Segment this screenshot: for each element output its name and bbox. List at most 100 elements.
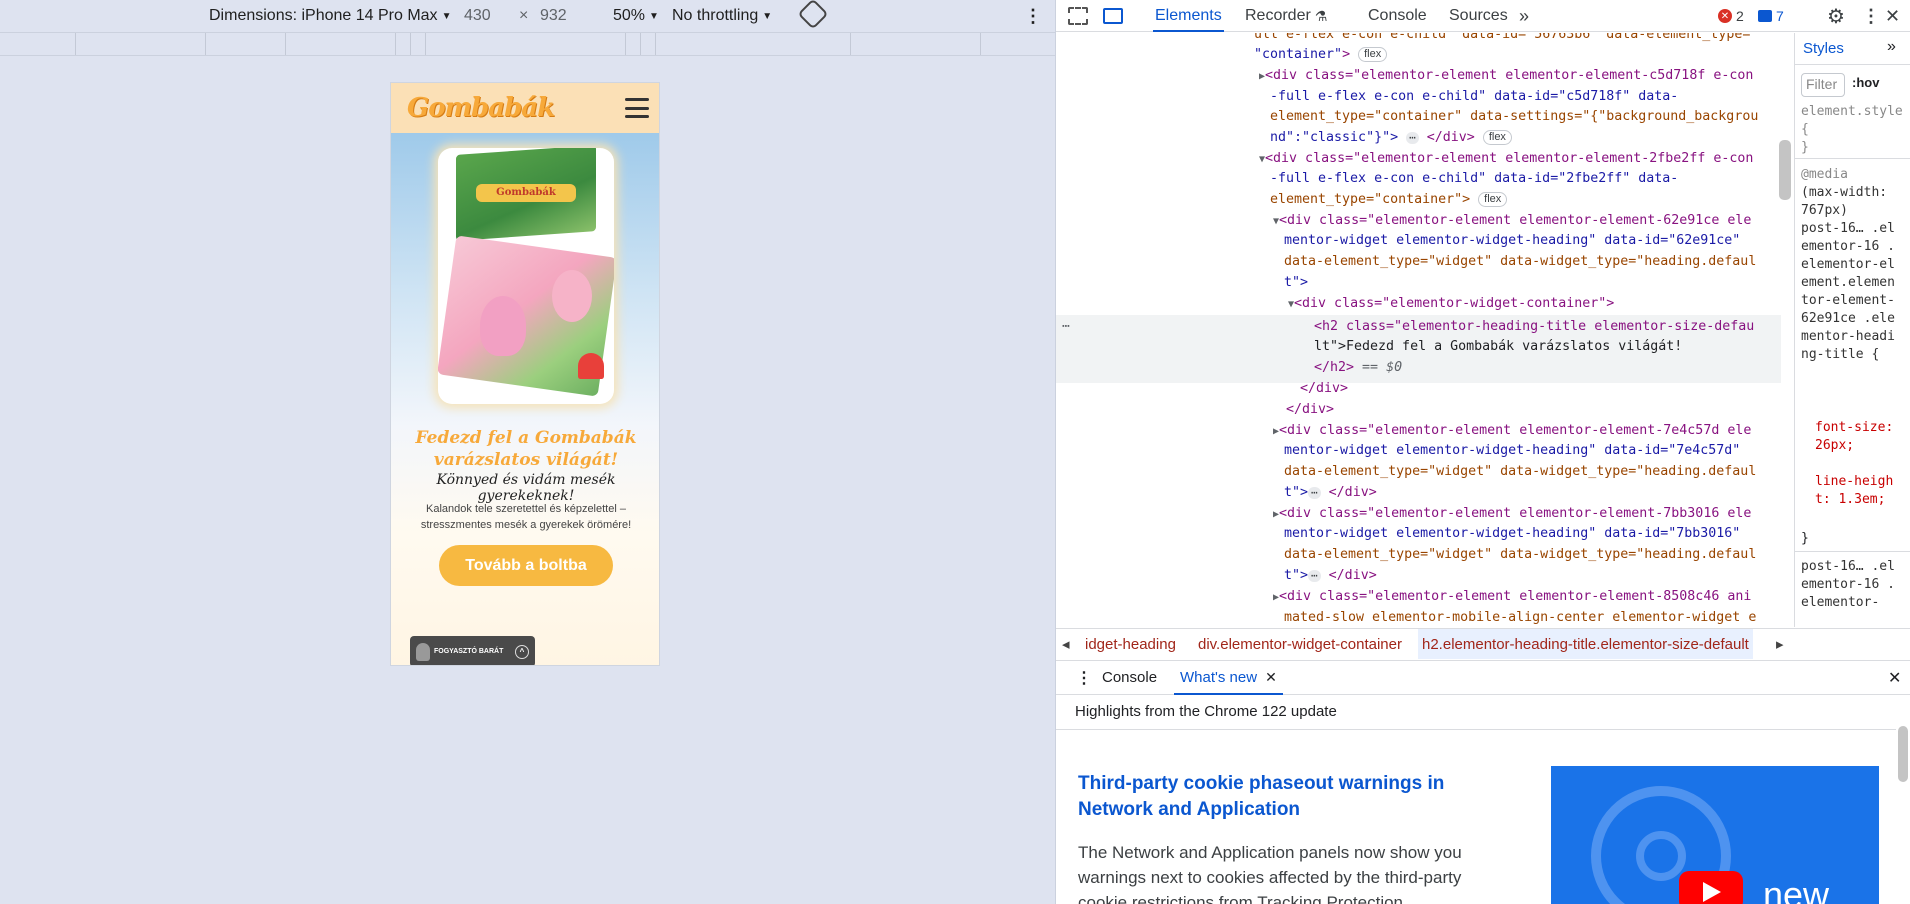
drawer-menu-button[interactable]: ⋮ [1076, 668, 1092, 688]
site-logo[interactable]: Gombabák [407, 93, 555, 123]
flex-badge[interactable]: flex [1478, 192, 1508, 207]
new-badge-text: new [1763, 874, 1830, 904]
dom-node-62e91ce[interactable]: ▼<div class="elementor-element elementor… [1273, 211, 1751, 233]
collapsed-dots: ⋯ [1406, 132, 1419, 144]
styles-filter-input[interactable]: Filter [1801, 73, 1845, 97]
dom-node-widget-container[interactable]: ▼<div class="elementor-widget-container"… [1288, 294, 1614, 316]
dom-node-7e4c57d[interactable]: ▶<div class="elementor-element elementor… [1273, 421, 1751, 443]
site-header: Gombabák [391, 83, 659, 133]
close-drawer-button[interactable]: ✕ [1888, 668, 1901, 688]
mushroom-illustration [578, 353, 604, 379]
elements-scrollbar[interactable] [1779, 140, 1791, 200]
zoom-value: 50% [613, 7, 646, 24]
youtube-play-icon [1679, 871, 1743, 904]
whats-new-panel: Highlights from the Chrome 122 update Th… [1056, 696, 1910, 904]
ruler-mark [850, 33, 851, 55]
errors-counter[interactable]: ✕ 2 [1718, 0, 1744, 32]
media-query-ruler [0, 32, 1055, 56]
device-select[interactable]: Dimensions: iPhone 14 Pro Max ▼ [209, 5, 451, 27]
devtools-menu-button[interactable]: ⋮ [1862, 0, 1880, 32]
more-tabs-button[interactable]: » [1519, 0, 1529, 32]
settings-button[interactable]: ⚙ [1827, 0, 1845, 32]
tab-styles[interactable]: Styles [1803, 40, 1844, 57]
dom-line: data-element_type="widget" data-widget_t… [1284, 547, 1757, 562]
hov-toggle[interactable]: :hov [1852, 75, 1879, 90]
media-rule: @media [1801, 167, 1848, 182]
whats-new-highlight: Highlights from the Chrome 122 update [1075, 703, 1337, 720]
ruler-mark [285, 33, 286, 55]
drawer-tab-console[interactable]: Console [1102, 669, 1157, 686]
dom-line: element_type="container"> flex [1270, 190, 1508, 211]
whats-new-title[interactable]: Third-party cookie phaseout warnings in … [1078, 771, 1498, 823]
zoom-select[interactable]: 50% ▼ [613, 5, 659, 27]
throttling-select[interactable]: No throttling ▼ [672, 5, 772, 27]
badge-label: FOGYASZTÓ BARÁT [434, 648, 504, 655]
book-cover-title: Gombabák [476, 184, 576, 202]
tab-sources-label: Sources [1449, 7, 1508, 24]
chevron-down-icon: ▼ [649, 10, 659, 22]
dom-line: mentor-widget elementor-widget-heading" … [1284, 526, 1741, 541]
tab-console[interactable]: Console [1368, 0, 1427, 32]
css-prop-line-height[interactable]: line-height: 1.3em; [1815, 473, 1899, 509]
width-input[interactable]: 430 [464, 5, 491, 27]
dom-node-h2-selected[interactable]: <h2 class="elementor-heading-title eleme… [1314, 317, 1754, 338]
more-vertical-icon: ⋮ [1024, 5, 1042, 26]
close-devtools-button[interactable]: ✕ [1885, 0, 1900, 32]
drawer-tabbar: ⋮ Console What's new ✕ ✕ [1056, 660, 1910, 695]
height-input[interactable]: 932 [540, 5, 567, 27]
device-dimensions-label: Dimensions: iPhone 14 Pro Max [209, 7, 438, 24]
tab-elements[interactable]: Elements [1153, 0, 1224, 32]
devtools-panel: Elements Recorder ⚗ Console Sources » ✕ 2… [1055, 0, 1910, 904]
tab-sources[interactable]: Sources [1449, 0, 1508, 32]
phone-viewport: Gombabák Gombabák Fedezd fel a Gombabák … [390, 82, 660, 666]
dom-node-8508c46[interactable]: ▶<div class="elementor-element elementor… [1273, 587, 1751, 609]
dom-node-2fbe2ff[interactable]: ▼<div class="elementor-element elementor… [1259, 149, 1753, 171]
elements-tree: ull e-flex e-con e-child" data-id="56763… [1056, 33, 1781, 627]
dom-node-c5d718f[interactable]: ▶<div class="elementor-element elementor… [1259, 66, 1753, 88]
close-icon[interactable]: ✕ [1265, 669, 1277, 686]
whats-new-video-thumbnail[interactable]: new [1551, 766, 1879, 904]
breadcrumb-scroll-right[interactable]: ▸ [1776, 629, 1784, 659]
drawer-scrollbar[interactable] [1898, 726, 1908, 782]
devtools-tabbar: Elements Recorder ⚗ Console Sources » ✕ 2… [1056, 0, 1910, 32]
tab-recorder-label: Recorder [1245, 7, 1311, 24]
throttling-value: No throttling [672, 7, 759, 24]
dom-line: element_type="container" data-settings="… [1270, 109, 1759, 124]
css-prop-font-size[interactable]: font-size: 26px; [1815, 419, 1899, 455]
dom-line: data-element_type="widget" data-widget_t… [1284, 254, 1757, 269]
breadcrumb-item[interactable]: div.elementor-widget-container [1198, 629, 1402, 659]
breadcrumb-item[interactable]: idget-heading [1085, 629, 1176, 659]
times-sign: × [519, 5, 528, 27]
messages-counter[interactable]: 7 [1758, 0, 1784, 32]
flex-badge[interactable]: flex [1358, 47, 1388, 62]
device-toggle-button[interactable] [1103, 0, 1123, 32]
caret-right-icon: ▸ [1776, 636, 1784, 653]
dom-line: </div> [1300, 381, 1349, 396]
breadcrumb-scroll-left[interactable]: ◂ [1062, 629, 1070, 659]
selected-marker: == $0 [1362, 360, 1403, 375]
device-toggle-icon [1103, 8, 1123, 24]
drawer-tab-whats-new-label: What's new [1180, 668, 1258, 686]
ruler-mark [980, 33, 981, 55]
chevron-down-icon: ▼ [762, 10, 773, 22]
styles-pane: Styles » Filter :hov element.style {} @m… [1794, 33, 1910, 627]
whats-new-body: The Network and Application panels now s… [1078, 843, 1462, 904]
hamburger-menu-icon[interactable] [625, 98, 649, 118]
node-actions-dots[interactable]: ⋯ [1062, 317, 1070, 338]
rotate-icon [797, 0, 829, 30]
rotate-button[interactable] [797, 0, 829, 30]
dom-line: data-element_type="widget" data-widget_t… [1284, 464, 1757, 479]
double-chevron-right-icon[interactable]: » [1887, 38, 1896, 56]
device-more-button[interactable]: ⋮ [1024, 5, 1042, 27]
hero-heading: Fedezd fel a Gombabák varázslatos világá… [415, 428, 637, 470]
drawer-tab-whats-new[interactable]: What's new ✕ [1174, 661, 1283, 695]
tab-recorder[interactable]: Recorder ⚗ [1245, 0, 1327, 32]
shop-button[interactable]: Tovább a boltba [439, 545, 613, 586]
inspect-element-button[interactable] [1068, 0, 1088, 32]
breadcrumb-item-selected[interactable]: h2.elementor-heading-title.elementor-siz… [1418, 629, 1753, 659]
flex-badge[interactable]: flex [1482, 130, 1512, 145]
hero-description: Kalandok tele szeretettel és képzelettel… [420, 503, 632, 531]
dom-line: t"> ⋯ </div> [1284, 568, 1377, 583]
dom-node-7bb3016[interactable]: ▶<div class="elementor-element elementor… [1273, 504, 1751, 526]
consumer-friendly-badge[interactable]: FOGYASZTÓ BARÁT ^ [410, 636, 535, 665]
